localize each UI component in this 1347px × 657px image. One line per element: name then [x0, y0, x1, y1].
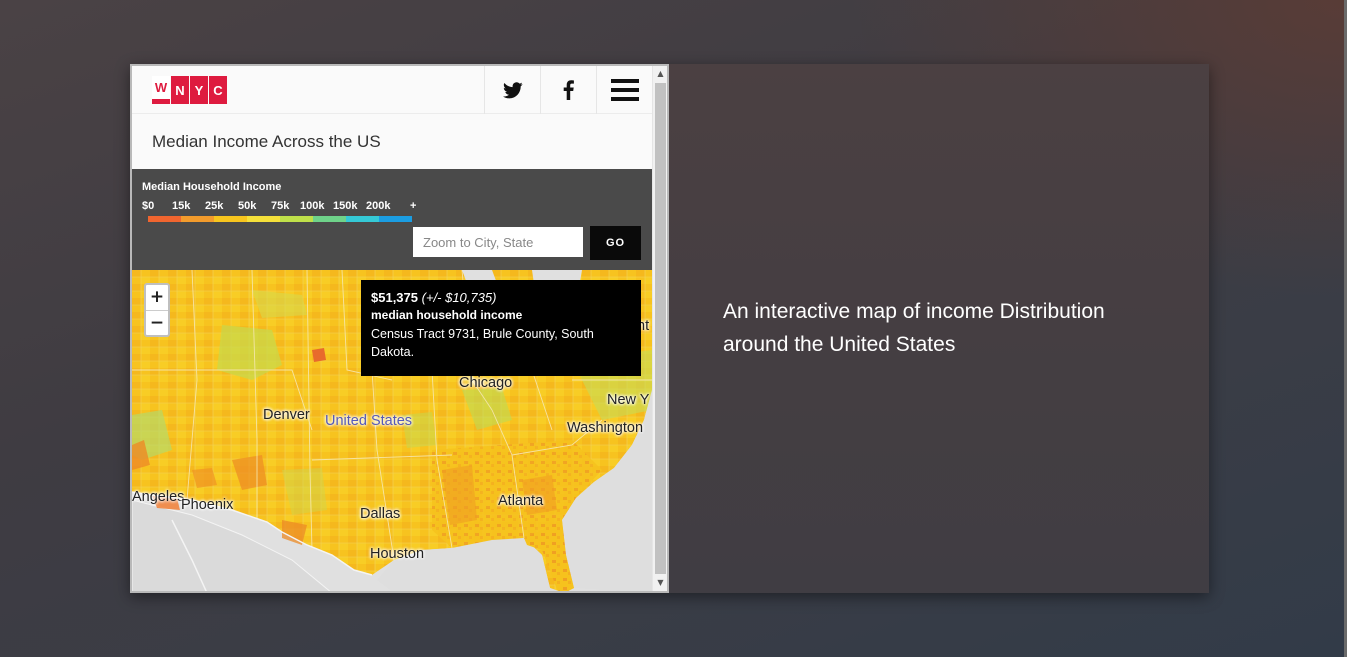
- city-label-chicago: Chicago: [459, 375, 513, 391]
- legend-color-segment: [247, 216, 280, 222]
- zoom-out-button[interactable]: −: [146, 310, 168, 335]
- city-label-houston: Houston: [370, 546, 425, 562]
- menu-button[interactable]: [596, 66, 652, 114]
- facebook-icon: [563, 80, 574, 100]
- city-label-los-angeles: Angeles: [132, 489, 185, 505]
- legend-color-segment: [148, 216, 181, 222]
- frame-scrollbar[interactable]: ▲ ▼: [652, 66, 667, 591]
- tooltip-location: Census Tract 9731, Brule County, South D…: [371, 327, 594, 359]
- logo-letter: N: [171, 76, 189, 104]
- city-label-dallas: Dallas: [360, 506, 401, 522]
- legend-color-segment: [379, 216, 412, 222]
- legend-color-segment: [181, 216, 214, 222]
- logo-letter: W: [152, 76, 170, 104]
- tooltip-margin-of-error: (+/- $10,735): [421, 290, 497, 305]
- map-title-bar: Median Income Across the US: [132, 114, 652, 169]
- country-label: United States: [325, 413, 413, 429]
- income-map[interactable]: + − Chicago Denver United States New Y W…: [132, 270, 652, 591]
- legend-tick: 200k: [366, 200, 391, 212]
- zoom-location-input[interactable]: [413, 227, 583, 257]
- go-button[interactable]: GO: [590, 226, 641, 260]
- legend-color-segment: [214, 216, 247, 222]
- embedded-map-frame: W N Y C Median Income Across the US Medi…: [130, 64, 669, 593]
- city-label-phoenix: Phoenix: [181, 497, 234, 513]
- legend-tick: 150k: [333, 200, 358, 212]
- legend-tick: 25k: [205, 200, 224, 212]
- legend-tick: 50k: [238, 200, 257, 212]
- legend-tick: +: [410, 200, 417, 212]
- city-label-washington: Washington: [567, 420, 644, 436]
- page-title: Median Income Across the US: [152, 132, 381, 151]
- header-bar: W N Y C: [132, 66, 652, 114]
- zoom-in-button[interactable]: +: [146, 285, 168, 310]
- twitter-icon: [502, 81, 523, 98]
- city-label-atlanta: Atlanta: [498, 493, 544, 509]
- tooltip-label: median household income: [371, 308, 523, 322]
- legend-title: Median Household Income: [142, 181, 282, 193]
- feature-caption: An interactive map of income Distributio…: [723, 300, 1105, 356]
- legend-color-segment: [280, 216, 313, 222]
- legend-tick: 75k: [271, 200, 290, 212]
- legend-panel: Median Household Income $0 15k 25k 50k 7…: [132, 169, 652, 270]
- scroll-thumb[interactable]: [655, 83, 666, 574]
- menu-icon: [610, 79, 639, 101]
- logo-letter: Y: [190, 76, 208, 104]
- twitter-button[interactable]: [484, 66, 540, 114]
- tooltip-value-line: $51,375 (+/- $10,735): [371, 290, 631, 305]
- legend-tick: $0: [142, 200, 155, 212]
- legend-color-segment: [313, 216, 346, 222]
- scroll-up-arrow[interactable]: ▲: [653, 66, 667, 81]
- legend-tick: 100k: [300, 200, 325, 212]
- map-tooltip: $51,375 (+/- $10,735) median household i…: [361, 280, 641, 376]
- wnyc-logo[interactable]: W N Y C: [152, 76, 228, 104]
- zoom-control: + −: [144, 283, 170, 337]
- legend-tick: 15k: [172, 200, 191, 212]
- legend-color-segment: [346, 216, 379, 222]
- city-label-new-york: New Y: [607, 392, 650, 408]
- facebook-button[interactable]: [540, 66, 596, 114]
- city-label-denver: Denver: [263, 407, 310, 423]
- legend-color-bar: [148, 216, 412, 222]
- tooltip-income-value: $51,375: [371, 290, 418, 305]
- scroll-down-arrow[interactable]: ▼: [653, 575, 667, 590]
- logo-letter: C: [209, 76, 227, 104]
